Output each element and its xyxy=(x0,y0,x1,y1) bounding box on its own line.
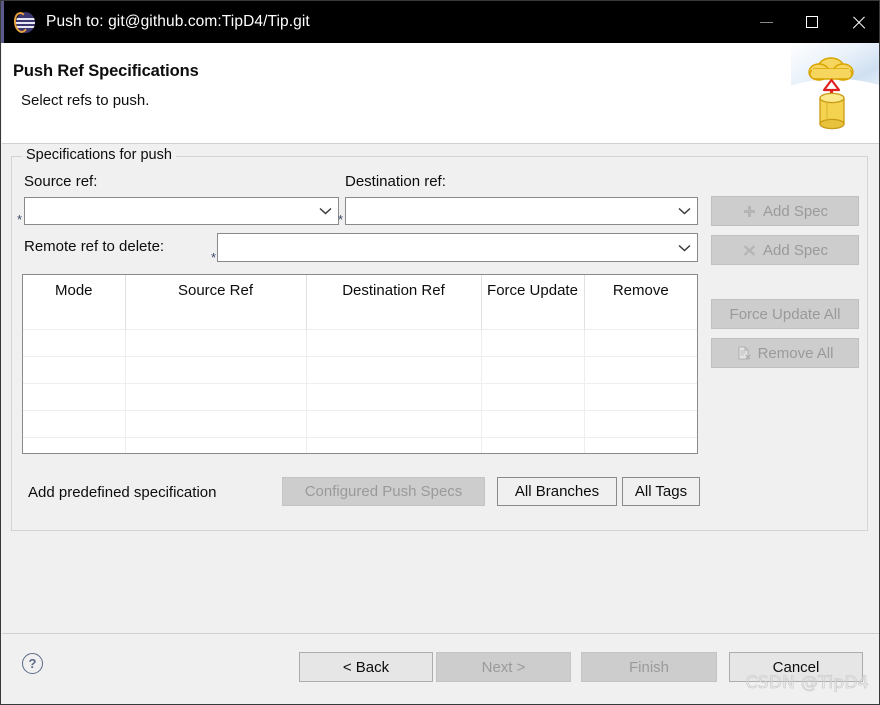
table-body xyxy=(23,329,697,453)
window-title: Push to: git@github.com:TipD4/Tip.git xyxy=(46,13,310,30)
all-tags-button[interactable]: All Tags xyxy=(622,477,700,506)
cross-icon xyxy=(742,243,757,258)
remote-ref-delete-combo[interactable] xyxy=(217,233,698,262)
maximize-button[interactable] xyxy=(789,1,835,43)
minimize-icon xyxy=(759,21,773,23)
cancel-button-label: Cancel xyxy=(772,658,820,676)
source-ref-label: Source ref: xyxy=(24,173,98,190)
add-spec-button[interactable]: Add Spec xyxy=(711,196,859,226)
remote-ref-delete-required-marker: * xyxy=(211,250,217,265)
remove-all-button[interactable]: Remove All xyxy=(711,338,859,368)
maximize-icon xyxy=(806,16,818,28)
add-delete-spec-button[interactable]: Add Spec xyxy=(711,235,859,265)
source-ref-combo[interactable] xyxy=(24,197,339,225)
table-header-row: Mode Source Ref Destination Ref Force Up… xyxy=(23,275,697,330)
specifications-group: Specifications for push Source ref: * De… xyxy=(11,147,868,531)
configured-push-specs-button[interactable]: Configured Push Specs xyxy=(282,477,485,506)
next-button-label: Next > xyxy=(481,658,526,676)
add-delete-spec-button-label: Add Spec xyxy=(762,241,829,259)
table-row[interactable] xyxy=(23,410,697,438)
remove-all-button-label: Remove All xyxy=(757,344,834,362)
column-header-remove[interactable]: Remove xyxy=(584,275,697,330)
close-icon xyxy=(851,15,866,30)
configured-push-specs-label: Configured Push Specs xyxy=(304,483,463,500)
push-specs-grid: Mode Source Ref Destination Ref Force Up… xyxy=(23,275,697,453)
table-row[interactable] xyxy=(23,329,697,357)
group-legend: Specifications for push xyxy=(22,147,176,163)
push-wizard-dialog: Push to: git@github.com:TipD4/Tip.git Pu… xyxy=(0,0,880,705)
chevron-down-icon[interactable] xyxy=(312,198,338,224)
all-tags-label: All Tags xyxy=(634,483,688,500)
force-update-all-button-label: Force Update All xyxy=(729,305,841,323)
table-row[interactable] xyxy=(23,383,697,411)
help-icon[interactable]: ? xyxy=(22,653,43,674)
table-row[interactable] xyxy=(23,356,697,384)
add-predefined-label: Add predefined specification xyxy=(28,484,217,501)
all-branches-button[interactable]: All Branches xyxy=(497,477,617,506)
back-button-label: < Back xyxy=(342,658,390,676)
finish-button[interactable]: Finish xyxy=(581,652,717,682)
plus-icon xyxy=(742,204,757,219)
column-header-mode[interactable]: Mode xyxy=(23,275,126,330)
chevron-down-icon[interactable] xyxy=(671,234,697,261)
page-title: Push Ref Specifications xyxy=(13,62,199,80)
destination-ref-required-marker: * xyxy=(338,212,344,227)
cloud-upload-database-icon xyxy=(791,43,879,143)
column-header-destination-ref[interactable]: Destination Ref xyxy=(306,275,482,330)
chevron-down-icon[interactable] xyxy=(671,198,697,224)
destination-ref-combo[interactable] xyxy=(345,197,698,225)
document-remove-icon xyxy=(737,346,752,361)
wizard-content: Specifications for push Source ref: * De… xyxy=(2,144,879,633)
cancel-button[interactable]: Cancel xyxy=(729,652,863,682)
column-header-source-ref[interactable]: Source Ref xyxy=(125,275,307,330)
all-branches-label: All Branches xyxy=(514,483,600,500)
source-ref-required-marker: * xyxy=(17,212,23,227)
add-spec-button-label: Add Spec xyxy=(762,202,829,220)
destination-ref-label: Destination ref: xyxy=(345,173,446,190)
page-subtitle: Select refs to push. xyxy=(21,92,150,109)
title-accent-stripe xyxy=(1,1,4,43)
eclipse-icon xyxy=(12,10,35,34)
column-header-force-update[interactable]: Force Update xyxy=(481,275,585,330)
window-controls xyxy=(743,1,879,43)
next-button[interactable]: Next > xyxy=(436,652,571,682)
push-specs-table[interactable]: Mode Source Ref Destination Ref Force Up… xyxy=(22,274,698,454)
close-button[interactable] xyxy=(835,1,879,43)
title-bar: Push to: git@github.com:TipD4/Tip.git xyxy=(1,1,879,43)
minimize-button[interactable] xyxy=(743,1,789,43)
table-row[interactable] xyxy=(23,437,697,453)
force-update-all-button[interactable]: Force Update All xyxy=(711,299,859,329)
wizard-header: Push Ref Specifications Select refs to p… xyxy=(2,43,879,144)
finish-button-label: Finish xyxy=(628,658,669,676)
back-button[interactable]: < Back xyxy=(299,652,433,682)
remote-ref-delete-label: Remote ref to delete: xyxy=(24,238,165,255)
